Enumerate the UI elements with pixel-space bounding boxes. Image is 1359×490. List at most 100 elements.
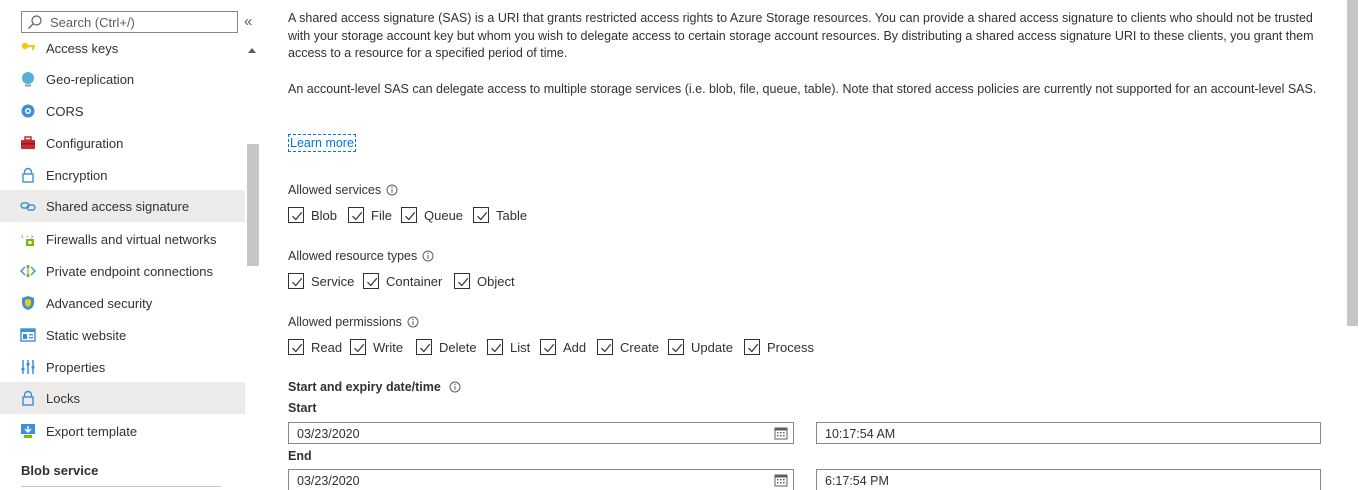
checkbox-box[interactable] — [288, 207, 304, 223]
menu-item-geo-replication[interactable]: Geo-replication — [0, 63, 245, 95]
menu-item-locks[interactable]: Locks — [0, 382, 245, 414]
start-date-input[interactable] — [297, 426, 726, 442]
checkbox-box[interactable] — [363, 273, 379, 289]
checkbox-box[interactable] — [473, 207, 489, 223]
info-icon[interactable] — [407, 316, 419, 328]
menu-item-static-website[interactable]: Static website — [0, 319, 245, 351]
info-icon[interactable] — [422, 250, 434, 262]
checkbox-add[interactable]: Add — [540, 338, 586, 356]
toolbox-icon — [19, 134, 37, 152]
lock-icon — [19, 389, 37, 407]
menu-item-encryption[interactable]: Encryption — [0, 159, 245, 191]
checkbox-box[interactable] — [288, 339, 304, 355]
checkbox-process[interactable]: Process — [744, 338, 814, 356]
datetime-section-text: Start and expiry date/time — [288, 380, 441, 394]
collapse-menu-icon[interactable]: « — [244, 13, 258, 31]
checkbox-label: Delete — [439, 339, 477, 355]
datetime-section-label: Start and expiry date/time — [288, 380, 461, 394]
menu-item-cors[interactable]: CORS — [0, 95, 245, 127]
menu-item-label: Shared access signature — [46, 198, 190, 214]
start-date-field[interactable] — [288, 422, 794, 444]
start-time-input[interactable] — [825, 426, 1253, 442]
menu-item-shared-access-signature[interactable]: Shared access signature — [0, 190, 245, 222]
checkbox-box[interactable] — [744, 339, 760, 355]
menu-item-label: Advanced security — [46, 295, 153, 311]
end-time-field[interactable] — [816, 469, 1321, 490]
start-time-field[interactable] — [816, 422, 1321, 444]
calendar-icon[interactable] — [774, 473, 788, 487]
allowed-services-text: Allowed services — [288, 183, 382, 197]
search-box[interactable] — [21, 11, 238, 33]
checkbox-blob[interactable]: Blob — [288, 206, 337, 224]
checkbox-box[interactable] — [597, 339, 613, 355]
checkbox-box[interactable] — [454, 273, 470, 289]
menu-scrollbar-thumb[interactable] — [247, 144, 259, 266]
checkbox-box[interactable] — [401, 207, 417, 223]
checkbox-delete[interactable]: Delete — [416, 338, 477, 356]
checkbox-label: Add — [563, 339, 587, 355]
checkbox-update[interactable]: Update — [668, 338, 733, 356]
sas-content: A shared access signature (SAS) is a URI… — [288, 0, 1328, 490]
checkbox-table[interactable]: Table — [473, 206, 527, 224]
info-icon[interactable] — [386, 184, 398, 196]
checkbox-label: Container — [386, 273, 443, 289]
endpoint-icon — [19, 262, 37, 280]
calendar-icon[interactable] — [774, 426, 788, 440]
menu-item-properties[interactable]: Properties — [0, 351, 245, 383]
menu-item-label: Export template — [46, 423, 138, 439]
checkbox-service[interactable]: Service — [288, 272, 354, 290]
checkbox-list[interactable]: List — [487, 338, 530, 356]
checkbox-box[interactable] — [487, 339, 503, 355]
menu-item-label: Private endpoint connections — [46, 263, 213, 279]
checkbox-box[interactable] — [668, 339, 684, 355]
search-icon — [28, 15, 42, 29]
menu-item-export-template[interactable]: Export template — [0, 415, 245, 447]
allowed-resource-types-label: Allowed resource types — [288, 249, 434, 263]
checkbox-label: Update — [691, 339, 733, 355]
checkbox-write[interactable]: Write — [350, 338, 403, 356]
key-icon — [19, 39, 37, 57]
checkbox-container[interactable]: Container — [363, 272, 442, 290]
checkbox-label: Object — [477, 273, 515, 289]
content-scrollbar[interactable] — [1346, 0, 1359, 490]
checkbox-label: Table — [496, 207, 528, 223]
checkbox-box[interactable] — [288, 273, 304, 289]
checkbox-box[interactable] — [540, 339, 556, 355]
menu-item-label: CORS — [46, 103, 84, 119]
menu-item-configuration[interactable]: Configuration — [0, 127, 245, 159]
cors-icon — [19, 102, 37, 120]
end-date-field[interactable] — [288, 469, 794, 490]
checkbox-create[interactable]: Create — [597, 338, 659, 356]
menu-item-access-keys[interactable]: Access keys — [0, 38, 245, 64]
content-scrollbar-thumb[interactable] — [1347, 0, 1358, 326]
checkbox-label: Read — [311, 339, 343, 355]
end-time-input[interactable] — [825, 473, 1253, 489]
menu-item-firewalls[interactable]: ‹·› Firewalls and virtual networks — [0, 223, 245, 255]
checkbox-box[interactable] — [348, 207, 364, 223]
checkbox-file[interactable]: File — [348, 206, 392, 224]
export-icon — [19, 422, 37, 440]
learn-more-link[interactable]: Learn more — [288, 134, 356, 152]
checkbox-box[interactable] — [350, 339, 366, 355]
section-header-blob-service: Blob service — [21, 463, 99, 478]
allowed-permissions-label: Allowed permissions — [288, 315, 419, 329]
menu-item-label: Access keys — [46, 40, 119, 56]
menu-item-advanced-security[interactable]: Advanced security — [0, 287, 245, 319]
menu-item-label: Encryption — [46, 167, 108, 183]
checkbox-label: Queue — [424, 207, 464, 223]
menu-item-private-endpoint[interactable]: Private endpoint connections — [0, 255, 245, 287]
start-label: Start — [288, 401, 317, 415]
checkbox-label: Service — [311, 273, 355, 289]
menu-item-label: Geo-replication — [46, 71, 135, 87]
resource-menu: « Access keys Geo-replication CORS — [0, 0, 262, 490]
end-date-input[interactable] — [297, 473, 726, 489]
end-label: End — [288, 449, 312, 463]
checkbox-box[interactable] — [416, 339, 432, 355]
search-input[interactable] — [50, 13, 234, 31]
checkbox-queue[interactable]: Queue — [401, 206, 463, 224]
allowed-services-label: Allowed services — [288, 183, 398, 197]
scroll-up-arrow-icon[interactable] — [248, 48, 256, 53]
info-icon[interactable] — [449, 381, 461, 393]
checkbox-read[interactable]: Read — [288, 338, 342, 356]
checkbox-object[interactable]: Object — [454, 272, 515, 290]
